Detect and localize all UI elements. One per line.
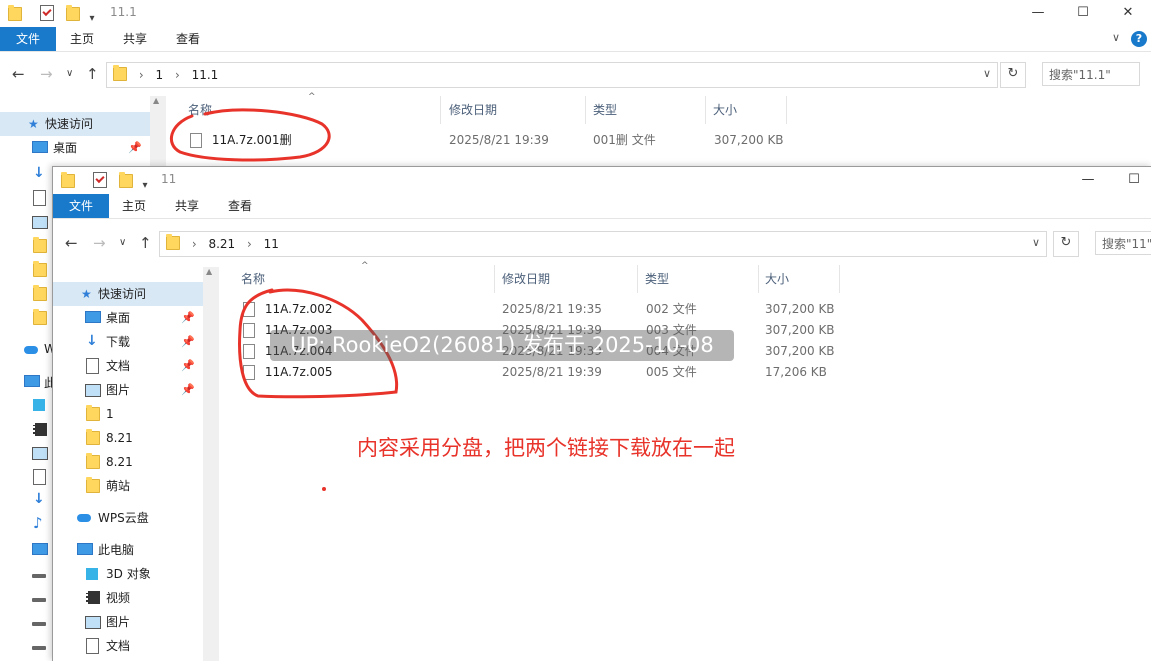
watermark-label: UP: RookieO2(26081) 发布于 2025-10-08 (270, 330, 734, 361)
annotation-note: 内容采用分盘，把两个链接下载放在一起 (357, 436, 735, 460)
annotation-dot (322, 487, 326, 491)
circle-mark-back-file (169, 108, 331, 162)
